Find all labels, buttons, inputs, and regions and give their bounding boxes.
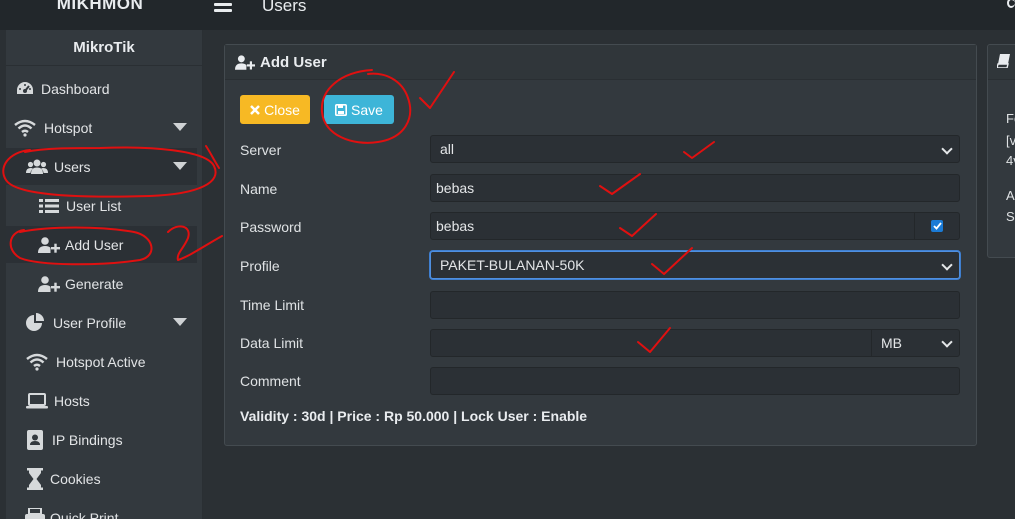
brand[interactable]: MIKHMON <box>0 0 200 30</box>
save-icon <box>335 103 348 116</box>
pie-chart-icon <box>24 312 46 332</box>
sidebar-item-label: Generate <box>65 275 124 292</box>
time-limit-input[interactable] <box>430 291 960 319</box>
profile-select[interactable]: PAKET-BULANAN-50K <box>430 251 960 279</box>
sidebar-item-label: Hotspot <box>44 119 93 136</box>
sidebar-item-label: Hotspot Active <box>56 353 146 370</box>
password-label: Password <box>240 219 302 235</box>
add-user-card: Add User Close Save Server all Name beba… <box>224 44 977 446</box>
sidebar-item-label: Quick Print <box>50 509 119 519</box>
sidebar-item-hosts[interactable]: Hosts <box>6 382 197 419</box>
chevron-down-icon <box>173 123 187 131</box>
sidebar-item-add-user[interactable]: Add User <box>6 226 197 263</box>
profile-value: PAKET-BULANAN-50K <box>440 257 585 273</box>
server-value: all <box>440 141 455 157</box>
show-password-checkbox[interactable] <box>931 220 943 232</box>
password-value: bebas <box>436 218 475 234</box>
sidebar-item-label: Hosts <box>54 392 90 409</box>
user-plus-icon <box>38 275 60 293</box>
user-plus-icon <box>38 236 60 254</box>
brand-label: MIKHMON <box>56 0 144 13</box>
sidebar-item-users[interactable]: Users <box>6 148 197 185</box>
close-icon <box>250 104 260 115</box>
hourglass-icon <box>24 467 46 490</box>
chevron-down-icon <box>173 162 187 170</box>
name-label: Name <box>240 181 278 197</box>
chevron-down-icon <box>941 143 953 155</box>
data-limit-label: Data Limit <box>240 335 304 351</box>
sidebar-title: MikroTik <box>6 30 202 66</box>
dashboard-icon <box>14 80 36 98</box>
close-button[interactable]: Close <box>240 95 310 124</box>
annotation-number-1 <box>205 145 220 169</box>
info-line: 4v <box>1006 153 1015 168</box>
wifi-icon <box>14 119 36 137</box>
data-limit-unit-select[interactable]: MB <box>871 330 959 356</box>
name-value: bebas <box>436 180 475 196</box>
sidebar-item-generate[interactable]: Generate <box>6 265 197 302</box>
sidebar-item-label: Cookies <box>50 470 101 487</box>
sidebar-item-cookies[interactable]: Cookies <box>6 460 197 497</box>
info-line: Fo <box>1006 111 1015 126</box>
top-navbar: MIKHMON Users <box>0 0 1015 30</box>
users-icon <box>26 158 48 176</box>
card-header: Add User <box>225 45 976 80</box>
sidebar-item-label: Users <box>54 158 91 175</box>
page-title: Users <box>262 0 307 15</box>
settings-icon[interactable] <box>1007 0 1015 8</box>
profile-label: Profile <box>240 258 280 274</box>
sidebar-item-hotspot-active[interactable]: Hotspot Active <box>6 343 197 380</box>
info-card: Fo [v 4v A Sl <box>987 44 1015 258</box>
comment-label: Comment <box>240 373 301 389</box>
comment-input[interactable] <box>430 367 960 395</box>
chevron-down-icon <box>941 336 953 348</box>
profile-summary: Validity : 30d | Price : Rp 50.000 | Loc… <box>240 408 588 424</box>
password-input[interactable]: bebas <box>430 212 960 240</box>
info-card-header <box>988 45 1015 80</box>
wifi-icon <box>26 353 48 371</box>
sidebar-item-hotspot[interactable]: Hotspot <box>6 109 197 146</box>
info-line: Sl <box>1006 209 1015 224</box>
book-icon <box>996 53 1011 71</box>
info-line: A <box>1006 188 1015 203</box>
show-password-toggle[interactable] <box>914 213 959 239</box>
sidebar-item-label: Add User <box>65 236 124 253</box>
sidebar-item-ip-bindings[interactable]: IP Bindings <box>6 421 197 458</box>
data-limit-input[interactable]: MB <box>430 329 960 357</box>
sidebar-item-dashboard[interactable]: Dashboard <box>6 70 197 107</box>
sidebar-item-label: User List <box>66 197 122 214</box>
card-title: Add User <box>260 53 327 71</box>
list-icon <box>38 197 60 215</box>
sidebar-item-label: IP Bindings <box>52 431 123 448</box>
sidebar-item-quick-print[interactable]: Quick Print <box>6 499 197 519</box>
sidebar-item-user-list[interactable]: User List <box>6 187 197 224</box>
sidebar-item-label: Dashboard <box>41 80 110 97</box>
server-select[interactable]: all <box>430 135 960 163</box>
info-line: [v <box>1006 133 1015 148</box>
sidebar: MikroTik Dashboard Hotspot Users User Li… <box>6 30 203 519</box>
menu-toggle-icon[interactable] <box>214 0 232 13</box>
address-card-icon <box>24 429 46 450</box>
print-icon <box>24 507 46 519</box>
server-label: Server <box>240 142 282 158</box>
chevron-down-icon <box>173 318 187 326</box>
close-button-label: Close <box>264 101 300 118</box>
time-limit-label: Time Limit <box>240 297 305 313</box>
chevron-down-icon <box>941 259 953 271</box>
sidebar-item-user-profile[interactable]: User Profile <box>6 304 197 341</box>
sidebar-item-label: User Profile <box>53 314 127 331</box>
data-limit-unit-value: MB <box>881 335 902 351</box>
name-input[interactable]: bebas <box>430 174 960 202</box>
user-plus-icon <box>235 54 255 71</box>
save-button[interactable]: Save <box>324 95 394 124</box>
laptop-icon <box>26 392 48 410</box>
save-button-label: Save <box>351 101 383 118</box>
